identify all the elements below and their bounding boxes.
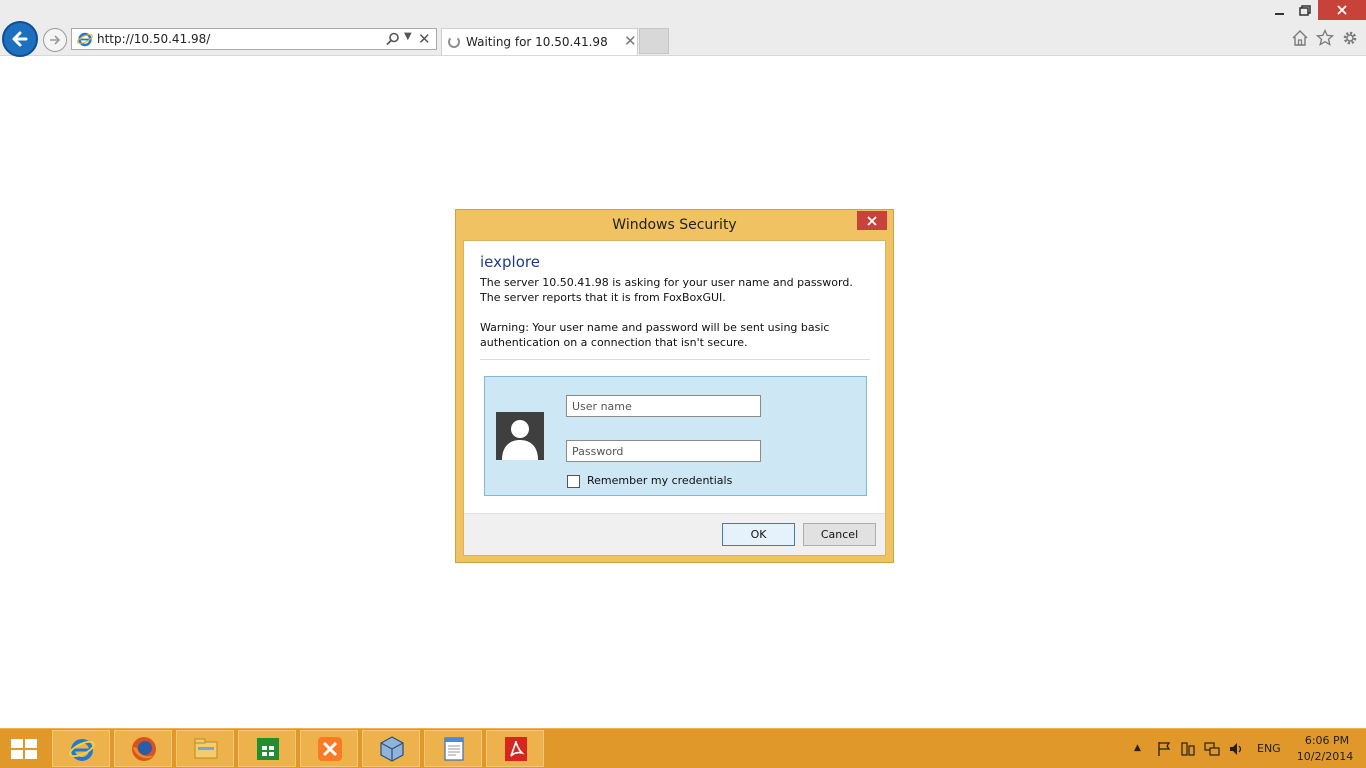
close-icon xyxy=(867,216,877,226)
dialog-footer: OK Cancel xyxy=(464,513,885,555)
clock-time[interactable]: 6:06 PM xyxy=(1296,734,1358,747)
server-message: The server 10.50.41.98 is asking for you… xyxy=(480,276,853,304)
forward-button[interactable] xyxy=(43,28,67,52)
dialog-title: Windows Security xyxy=(612,217,737,233)
devices-icon[interactable] xyxy=(1180,741,1196,757)
tab-waiting[interactable]: Waiting for 10.50.41.98 ✕ xyxy=(441,28,638,55)
taskbar-notepad[interactable] xyxy=(424,730,482,767)
taskbar-store[interactable] xyxy=(238,730,296,767)
favorites-star-icon[interactable] xyxy=(1316,29,1334,47)
action-center-flag-icon[interactable] xyxy=(1156,741,1172,757)
notepad-icon xyxy=(444,737,464,761)
security-warning: Warning: Your user name and password wil… xyxy=(480,321,830,349)
minimize-button[interactable] xyxy=(1266,2,1294,20)
dialog-app-name: iexplore xyxy=(480,253,540,271)
credential-tile: Remember my credentials xyxy=(484,376,867,496)
stop-icon[interactable]: ✕ xyxy=(418,30,431,48)
restore-icon xyxy=(1299,5,1311,16)
internet-explorer-icon xyxy=(77,32,93,47)
internet-explorer-icon xyxy=(69,739,95,761)
new-tab-button[interactable] xyxy=(639,28,669,54)
home-icon[interactable] xyxy=(1291,29,1309,47)
taskbar: ▲ ENG 6:06 PM 10/2/2014 xyxy=(0,728,1366,768)
volume-icon[interactable] xyxy=(1228,741,1244,757)
forward-arrow-icon xyxy=(50,35,61,45)
taskbar-xampp[interactable] xyxy=(300,730,358,767)
taskbar-firefox[interactable] xyxy=(114,730,172,767)
back-arrow-icon xyxy=(12,31,28,47)
file-explorer-icon xyxy=(194,738,218,759)
input-language[interactable]: ENG xyxy=(1257,742,1281,755)
network-icon[interactable] xyxy=(1204,741,1220,757)
browser-chrome: http://10.50.41.98/ ▼ ✕ Waiting for 10.5… xyxy=(0,0,1366,57)
taskbar-file-explorer[interactable] xyxy=(176,730,234,767)
taskbar-acrobat[interactable] xyxy=(486,730,544,767)
firefox-icon xyxy=(132,737,156,761)
dialog-close-button[interactable] xyxy=(857,211,887,230)
taskbar-virtualbox[interactable] xyxy=(362,730,420,767)
cancel-button[interactable]: Cancel xyxy=(803,523,876,546)
username-input[interactable] xyxy=(566,395,761,417)
acrobat-icon xyxy=(505,737,527,761)
store-icon xyxy=(257,738,279,760)
tab-title: Waiting for 10.50.41.98 xyxy=(466,35,608,49)
dialog-body: iexplore The server 10.50.41.98 is askin… xyxy=(463,240,886,556)
clock-date[interactable]: 10/2/2014 xyxy=(1292,750,1358,763)
chevron-down-icon[interactable]: ▼ xyxy=(404,31,412,42)
password-input[interactable] xyxy=(566,440,761,462)
windows-start-icon[interactable] xyxy=(10,738,38,760)
window-close-button[interactable] xyxy=(1318,0,1366,20)
tray-expand-icon[interactable]: ▲ xyxy=(1134,743,1141,753)
restore-button[interactable] xyxy=(1294,2,1316,20)
address-bar[interactable]: http://10.50.41.98/ ▼ ✕ xyxy=(71,28,437,50)
ok-button[interactable]: OK xyxy=(722,523,795,546)
back-button[interactable] xyxy=(2,21,38,57)
taskbar-internet-explorer[interactable] xyxy=(52,730,110,767)
xampp-icon xyxy=(318,737,342,761)
remember-credentials-checkbox[interactable] xyxy=(567,475,580,488)
close-icon xyxy=(1337,5,1347,15)
remember-credentials-label: Remember my credentials xyxy=(587,474,733,487)
gear-icon[interactable] xyxy=(1341,29,1359,47)
windows-security-dialog: Windows Security iexplore The server 10.… xyxy=(455,209,894,563)
virtualbox-icon xyxy=(380,736,404,762)
url-text: http://10.50.41.98/ xyxy=(97,32,211,46)
search-icon[interactable] xyxy=(386,32,400,46)
user-silhouette-icon xyxy=(502,420,538,460)
loading-spinner-icon xyxy=(448,36,460,48)
tab-close-icon[interactable]: ✕ xyxy=(624,32,637,50)
divider xyxy=(480,359,870,360)
user-avatar-icon xyxy=(496,412,544,460)
